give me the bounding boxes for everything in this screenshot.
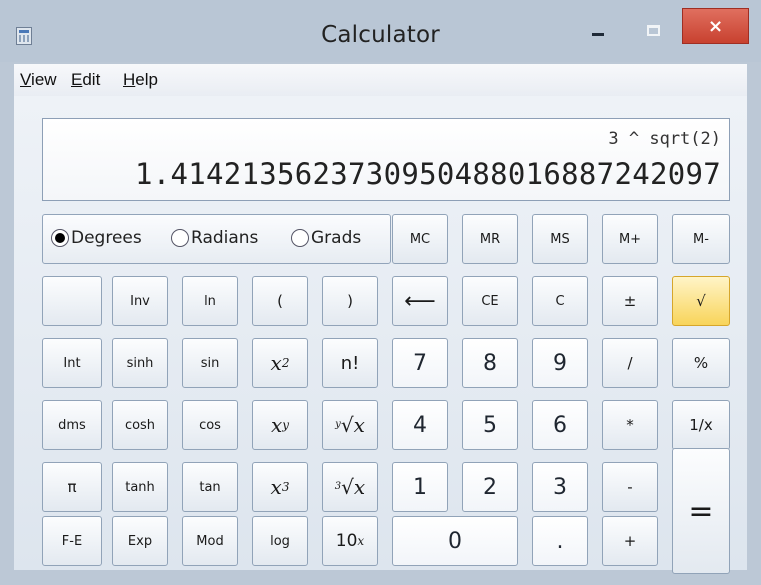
- digit-6-button[interactable]: 6: [532, 400, 588, 450]
- dms-button[interactable]: dms: [42, 400, 102, 450]
- radio-unchecked-icon: [291, 229, 309, 247]
- cosh-button[interactable]: cosh: [112, 400, 168, 450]
- inv-button[interactable]: Inv: [112, 276, 168, 326]
- f-e-button[interactable]: F-E: [42, 516, 102, 566]
- subtract-button[interactable]: -: [602, 462, 658, 512]
- backspace-button[interactable]: ⟵: [392, 276, 448, 326]
- cos-button[interactable]: cos: [182, 400, 238, 450]
- cube-root-button[interactable]: 3 √ x: [322, 462, 378, 512]
- back-arrow-icon: ⟵: [404, 288, 436, 314]
- result-display: 1.4142135623730950488016887242097: [134, 157, 721, 191]
- pi-button[interactable]: π: [42, 462, 102, 512]
- ln-button[interactable]: ln: [182, 276, 238, 326]
- close-icon: ×: [707, 15, 724, 37]
- equals-button[interactable]: =: [672, 448, 730, 574]
- menu-view[interactable]: View: [20, 70, 57, 90]
- menu-bar: View Edit Help: [14, 64, 747, 96]
- x-cubed-button[interactable]: x3: [252, 462, 308, 512]
- digit-4-button[interactable]: 4: [392, 400, 448, 450]
- m-minus-button[interactable]: M-: [672, 214, 730, 264]
- plus-minus-button[interactable]: ±: [602, 276, 658, 326]
- degrees-radio[interactable]: Degrees: [51, 228, 142, 248]
- digit-5-button[interactable]: 5: [462, 400, 518, 450]
- menu-help[interactable]: Help: [123, 70, 158, 90]
- radians-radio[interactable]: Radians: [171, 228, 258, 248]
- expression-display: 3 ^ sqrt(2): [608, 129, 721, 149]
- m-plus-button[interactable]: M+: [602, 214, 658, 264]
- calculator-body: 3 ^ sqrt(2) 1.41421356237309504880168872…: [14, 96, 747, 574]
- ten-power-x-button[interactable]: 10 x: [322, 516, 378, 566]
- display-panel: 3 ^ sqrt(2) 1.41421356237309504880168872…: [42, 118, 730, 201]
- blank-button[interactable]: [42, 276, 102, 326]
- radio-checked-icon: [51, 229, 69, 247]
- ms-button[interactable]: MS: [532, 214, 588, 264]
- factorial-button[interactable]: n!: [322, 338, 378, 388]
- multiply-button[interactable]: *: [602, 400, 658, 450]
- digit-7-button[interactable]: 7: [392, 338, 448, 388]
- mod-button[interactable]: Mod: [182, 516, 238, 566]
- decimal-button[interactable]: .: [532, 516, 588, 566]
- tan-button[interactable]: tan: [182, 462, 238, 512]
- digit-3-button[interactable]: 3: [532, 462, 588, 512]
- x-squared-button[interactable]: x2: [252, 338, 308, 388]
- percent-button[interactable]: %: [672, 338, 730, 388]
- exp-button[interactable]: Exp: [112, 516, 168, 566]
- digit-9-button[interactable]: 9: [532, 338, 588, 388]
- title-bar[interactable]: Calculator ×: [0, 0, 761, 62]
- tanh-button[interactable]: tanh: [112, 462, 168, 512]
- log-button[interactable]: log: [252, 516, 308, 566]
- sin-button[interactable]: sin: [182, 338, 238, 388]
- digit-0-button[interactable]: 0: [392, 516, 518, 566]
- close-paren-button[interactable]: ): [322, 276, 378, 326]
- open-paren-button[interactable]: (: [252, 276, 308, 326]
- digit-8-button[interactable]: 8: [462, 338, 518, 388]
- c-button[interactable]: C: [532, 276, 588, 326]
- mr-button[interactable]: MR: [462, 214, 518, 264]
- ce-button[interactable]: CE: [462, 276, 518, 326]
- digit-2-button[interactable]: 2: [462, 462, 518, 512]
- calculator-window: Calculator × View Edit Help 3 ^ sqrt(2) …: [0, 0, 761, 585]
- grads-radio[interactable]: Grads: [291, 228, 361, 248]
- sinh-button[interactable]: sinh: [112, 338, 168, 388]
- int-button[interactable]: Int: [42, 338, 102, 388]
- angle-mode-group: Degrees Radians Grads: [42, 214, 391, 264]
- add-button[interactable]: +: [602, 516, 658, 566]
- maximize-button[interactable]: [628, 10, 678, 50]
- x-power-y-button[interactable]: xy: [252, 400, 308, 450]
- close-button[interactable]: ×: [682, 8, 749, 44]
- radio-unchecked-icon: [171, 229, 189, 247]
- menu-edit[interactable]: Edit: [71, 70, 100, 90]
- mc-button[interactable]: MC: [392, 214, 448, 264]
- y-root-x-button[interactable]: y √ x: [322, 400, 378, 450]
- digit-1-button[interactable]: 1: [392, 462, 448, 512]
- minimize-button[interactable]: [573, 10, 623, 50]
- divide-button[interactable]: /: [602, 338, 658, 388]
- reciprocal-button[interactable]: 1/x: [672, 400, 730, 450]
- sqrt-button[interactable]: √: [672, 276, 730, 326]
